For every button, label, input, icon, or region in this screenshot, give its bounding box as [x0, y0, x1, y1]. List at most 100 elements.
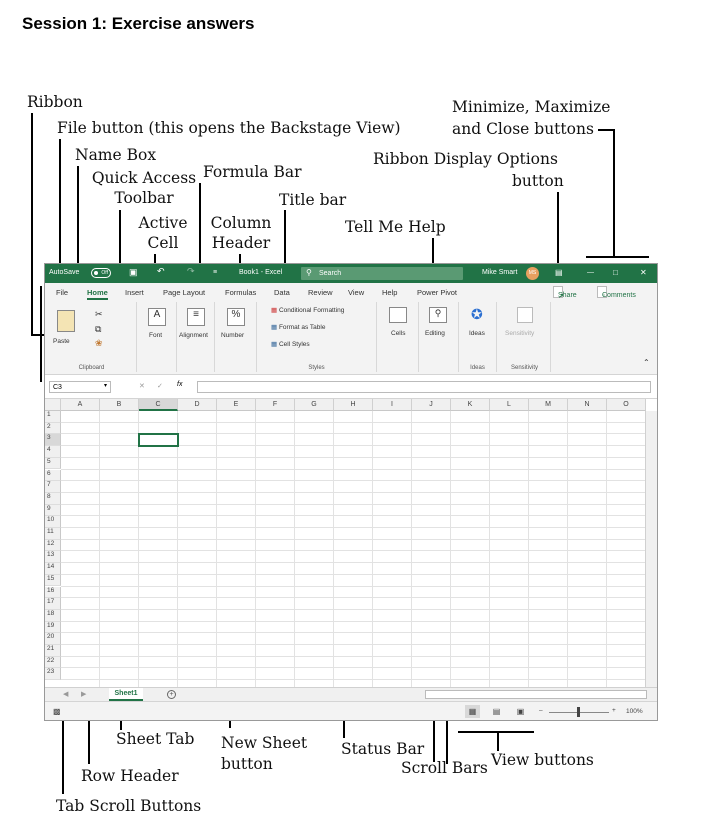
vertical-scrollbar[interactable]: [645, 411, 657, 687]
zoom-in-icon[interactable]: +: [612, 707, 616, 714]
macro-record-icon[interactable]: ▩: [53, 707, 61, 716]
avatar[interactable]: MS: [526, 267, 539, 280]
cells-icon[interactable]: [389, 307, 407, 323]
ideas-button[interactable]: Ideas: [469, 330, 485, 337]
row-header[interactable]: 17: [45, 598, 61, 610]
row-header[interactable]: 9: [45, 504, 61, 517]
name-box-dropdown-icon[interactable]: ▾: [104, 382, 107, 389]
row-header[interactable]: 6: [45, 469, 61, 482]
column-header[interactable]: K: [451, 399, 490, 411]
editing-search-icon[interactable]: ⚲: [429, 307, 447, 323]
column-header[interactable]: I: [373, 399, 412, 411]
tab-home[interactable]: Home: [87, 288, 108, 300]
sensitivity-icon[interactable]: [517, 307, 533, 323]
cell-styles-button[interactable]: ▦ Cell Styles: [271, 340, 310, 348]
row-header[interactable]: 7: [45, 481, 61, 493]
select-all-corner[interactable]: [45, 399, 61, 411]
tab-insert[interactable]: Insert: [125, 288, 144, 297]
tab-help[interactable]: Help: [382, 288, 397, 297]
worksheet-grid[interactable]: A B C D E F G H I J K L M N O 1 2 3 4 5 6 7 8 9 10 11 12 13 14 15 16 17…: [45, 399, 657, 687]
row-header[interactable]: 1: [45, 411, 61, 423]
sheet-tab[interactable]: Sheet1: [109, 688, 143, 701]
row-header[interactable]: 11: [45, 528, 61, 540]
row-header[interactable]: 15: [45, 574, 61, 587]
number-icon[interactable]: %: [227, 308, 245, 326]
copy-icon[interactable]: ⧉: [95, 324, 101, 335]
tab-scroll-right-icon[interactable]: ▶: [81, 690, 86, 698]
row-header[interactable]: 14: [45, 563, 61, 575]
row-header[interactable]: 12: [45, 539, 61, 552]
zoom-out-icon[interactable]: –: [539, 707, 543, 714]
tab-view[interactable]: View: [348, 288, 364, 297]
row-header[interactable]: 20: [45, 633, 61, 645]
number-button[interactable]: Number: [221, 332, 244, 339]
column-header[interactable]: A: [61, 399, 100, 411]
column-header[interactable]: J: [412, 399, 451, 411]
row-header[interactable]: 22: [45, 656, 61, 669]
maximize-icon[interactable]: □: [613, 268, 618, 277]
row-header[interactable]: 21: [45, 645, 61, 657]
row-header[interactable]: 18: [45, 609, 61, 622]
column-header[interactable]: F: [256, 399, 295, 411]
cancel-icon[interactable]: ✕: [139, 382, 145, 390]
undo-icon[interactable]: ↶: [157, 266, 165, 277]
font-icon[interactable]: A: [148, 308, 166, 326]
save-icon[interactable]: ▣: [129, 267, 138, 278]
alignment-button[interactable]: Alignment: [179, 332, 208, 339]
font-button[interactable]: Font: [149, 332, 162, 339]
insert-function-icon[interactable]: fx: [177, 381, 182, 388]
column-header[interactable]: G: [295, 399, 334, 411]
row-header[interactable]: 23: [45, 668, 61, 681]
column-header[interactable]: E: [217, 399, 256, 411]
share-button[interactable]: ↗ Share: [553, 286, 577, 300]
column-header[interactable]: N: [568, 399, 607, 411]
formula-bar[interactable]: [197, 381, 651, 393]
new-sheet-button[interactable]: +: [167, 690, 176, 699]
tab-scroll-left-icon[interactable]: ◀: [63, 690, 68, 698]
editing-button[interactable]: Editing: [425, 330, 445, 337]
sensitivity-button[interactable]: Sensitivity: [505, 330, 534, 337]
column-header[interactable]: H: [334, 399, 373, 411]
column-header[interactable]: L: [490, 399, 529, 411]
tell-me-search[interactable]: ⚲ Search: [301, 267, 463, 280]
row-header[interactable]: 19: [45, 621, 61, 634]
row-header[interactable]: 8: [45, 492, 61, 505]
alignment-icon[interactable]: ≡: [187, 308, 205, 326]
horizontal-scrollbar[interactable]: [425, 690, 647, 699]
column-header[interactable]: M: [529, 399, 568, 411]
row-header[interactable]: 16: [45, 586, 61, 599]
format-as-table-button[interactable]: ▦ Format as Table: [271, 323, 325, 331]
comments-button[interactable]: ▫ Comments: [597, 286, 636, 299]
row-header[interactable]: 3: [45, 434, 61, 447]
paste-button[interactable]: Paste: [53, 338, 70, 345]
ribbon-display-options-icon[interactable]: ▤: [555, 268, 563, 277]
customize-qat-icon[interactable]: ≡: [213, 269, 217, 276]
normal-view-icon[interactable]: ▦: [465, 705, 480, 718]
zoom-thumb[interactable]: [577, 707, 580, 717]
column-header[interactable]: D: [178, 399, 217, 411]
paste-icon[interactable]: [57, 310, 75, 332]
tab-formulas[interactable]: Formulas: [225, 288, 256, 297]
row-header[interactable]: 13: [45, 551, 61, 564]
active-cell[interactable]: [138, 433, 179, 448]
format-painter-icon[interactable]: ❀: [95, 338, 103, 349]
close-icon[interactable]: ✕: [640, 268, 647, 277]
row-header[interactable]: 2: [45, 422, 61, 435]
name-box[interactable]: C3: [49, 381, 111, 393]
tab-data[interactable]: Data: [274, 288, 290, 297]
autosave-toggle[interactable]: Off: [91, 268, 111, 278]
cut-icon[interactable]: ✂: [95, 309, 103, 320]
row-header[interactable]: 4: [45, 446, 61, 458]
zoom-level[interactable]: 100%: [626, 708, 643, 715]
ideas-icon[interactable]: ✪: [471, 306, 483, 323]
collapse-ribbon-icon[interactable]: ⌃: [643, 358, 650, 367]
page-layout-view-icon[interactable]: ▤: [489, 705, 504, 718]
column-header[interactable]: O: [607, 399, 646, 411]
column-header[interactable]: B: [100, 399, 139, 411]
minimize-icon[interactable]: —: [587, 269, 594, 276]
tab-file[interactable]: File: [56, 288, 68, 297]
cells-button[interactable]: Cells: [391, 330, 405, 337]
row-header[interactable]: 10: [45, 516, 61, 528]
row-header[interactable]: 5: [45, 457, 61, 470]
page-break-view-icon[interactable]: ▣: [513, 705, 528, 718]
